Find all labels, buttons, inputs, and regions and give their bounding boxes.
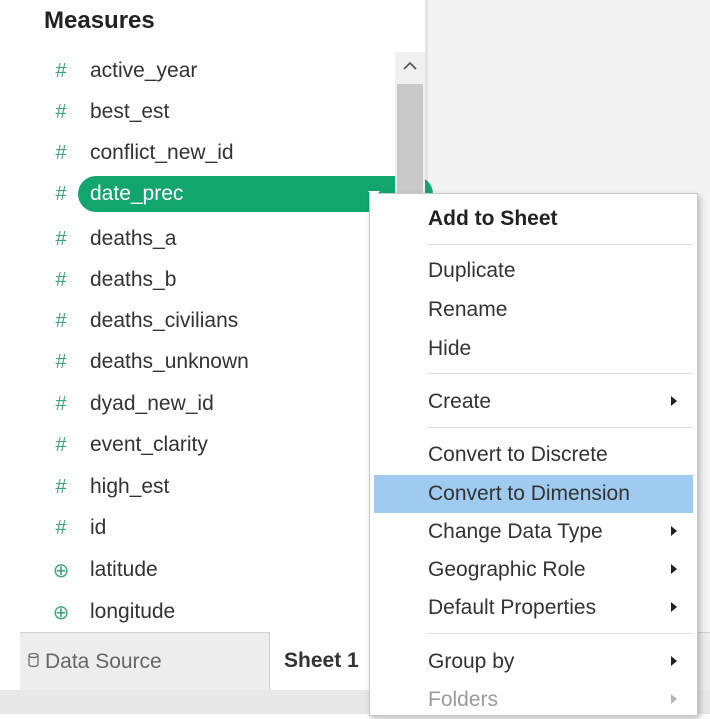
menu-item-label: Convert to Discrete	[428, 443, 608, 466]
field-deaths-civilians[interactable]: # deaths_civilians	[44, 303, 394, 339]
globe-icon: ⊕	[52, 601, 70, 624]
field-label: conflict_new_id	[90, 141, 234, 164]
field-label: deaths_civilians	[90, 309, 239, 332]
hash-icon: #	[55, 433, 67, 456]
hash-icon: #	[55, 309, 67, 332]
menu-item-convert-to-dimension[interactable]: Convert to Dimension	[374, 475, 693, 513]
menu-item-geographic-role[interactable]: Geographic Role	[370, 551, 697, 589]
menu-item-convert-to-discrete[interactable]: Convert to Discrete	[370, 436, 697, 474]
hash-icon: #	[55, 350, 67, 373]
database-icon	[28, 652, 39, 672]
menu-item-change-data-type[interactable]: Change Data Type	[370, 513, 697, 551]
hash-icon: #	[55, 59, 67, 82]
submenu-arrow-icon	[671, 602, 677, 612]
globe-icon: ⊕	[52, 559, 70, 582]
submenu-arrow-icon	[671, 656, 677, 666]
menu-item-label: Default Properties	[428, 596, 597, 619]
menu-item-label: Add to Sheet	[428, 207, 558, 230]
hash-icon: #	[55, 268, 67, 291]
field-label: high_est	[90, 475, 170, 498]
menu-item-label: Duplicate	[428, 259, 516, 282]
field-label: deaths_b	[90, 268, 177, 291]
field-best-est[interactable]: # best_est	[44, 94, 394, 130]
menu-item-label: Rename	[428, 298, 508, 321]
menu-item-label: Hide	[428, 337, 472, 360]
hash-icon: #	[55, 227, 67, 250]
submenu-arrow-icon	[671, 396, 677, 406]
menu-separator	[428, 244, 692, 245]
menu-item-label: Convert to Dimension	[428, 482, 630, 505]
scroll-up-button[interactable]	[395, 52, 425, 78]
hash-icon: #	[55, 475, 67, 498]
field-context-menu: Add to Sheet Duplicate Rename Hide Creat…	[369, 193, 698, 716]
menu-item-group-by[interactable]: Group by	[370, 643, 697, 681]
menu-item-label: Geographic Role	[428, 558, 586, 581]
submenu-arrow-icon	[671, 564, 677, 574]
field-label: longitude	[90, 600, 176, 623]
field-id[interactable]: # id	[44, 510, 394, 546]
field-event-clarity[interactable]: # event_clarity	[44, 427, 394, 463]
menu-item-folders: Folders	[370, 681, 697, 719]
chevron-up-icon	[403, 61, 417, 70]
menu-item-create[interactable]: Create	[370, 383, 697, 421]
menu-item-label: Folders	[428, 688, 499, 711]
menu-item-label: Create	[428, 390, 492, 413]
hash-icon: #	[55, 392, 67, 415]
hash-icon: #	[55, 182, 67, 205]
field-label: event_clarity	[90, 433, 208, 456]
menu-separator	[428, 373, 692, 374]
submenu-arrow-icon	[671, 694, 677, 704]
menu-item-add-to-sheet[interactable]: Add to Sheet	[370, 200, 697, 238]
field-label: best_est	[90, 100, 170, 123]
field-dyad-new-id[interactable]: # dyad_new_id	[44, 386, 394, 422]
field-deaths-unknown[interactable]: # deaths_unknown	[44, 344, 394, 380]
measures-field-list: # active_year # best_est # conflict_new_…	[0, 0, 433, 632]
menu-item-label: Change Data Type	[428, 520, 603, 543]
tab-data-source[interactable]: Data Source	[28, 650, 162, 674]
menu-item-duplicate[interactable]: Duplicate	[370, 252, 697, 290]
menu-item-default-properties[interactable]: Default Properties	[370, 589, 697, 627]
field-high-est[interactable]: # high_est	[44, 469, 394, 505]
field-conflict-new-id[interactable]: # conflict_new_id	[44, 135, 394, 171]
field-active-year[interactable]: # active_year	[44, 53, 394, 89]
menu-separator	[428, 633, 692, 634]
menu-item-rename[interactable]: Rename	[370, 291, 697, 329]
field-label: active_year	[90, 59, 198, 82]
pill-dropdown-caret-icon[interactable]	[368, 191, 380, 198]
field-label: latitude	[90, 558, 158, 581]
hash-icon: #	[55, 516, 67, 539]
field-date-prec[interactable]: # date_prec	[44, 176, 433, 212]
submenu-arrow-icon	[671, 526, 677, 536]
tab-sheet-1-label: Sheet 1	[284, 649, 359, 672]
field-longitude[interactable]: ⊕ longitude	[44, 594, 394, 630]
hash-icon: #	[55, 100, 67, 123]
field-latitude[interactable]: ⊕ latitude	[44, 552, 394, 588]
field-label: deaths_a	[90, 227, 177, 250]
menu-item-hide[interactable]: Hide	[370, 330, 697, 368]
tableau-window: Measures # active_year # best_est # conf…	[0, 0, 710, 716]
tab-data-source-label: Data Source	[45, 650, 162, 673]
hash-icon: #	[55, 141, 67, 164]
menu-item-label: Group by	[428, 650, 515, 673]
field-label: date_prec	[90, 182, 184, 205]
field-label: dyad_new_id	[90, 392, 214, 415]
field-deaths-a[interactable]: # deaths_a	[44, 221, 394, 257]
tab-sheet-1[interactable]: Sheet 1	[269, 632, 379, 690]
field-deaths-b[interactable]: # deaths_b	[44, 262, 394, 298]
field-label: id	[90, 516, 107, 539]
field-label: deaths_unknown	[90, 350, 249, 373]
menu-separator	[428, 427, 692, 428]
